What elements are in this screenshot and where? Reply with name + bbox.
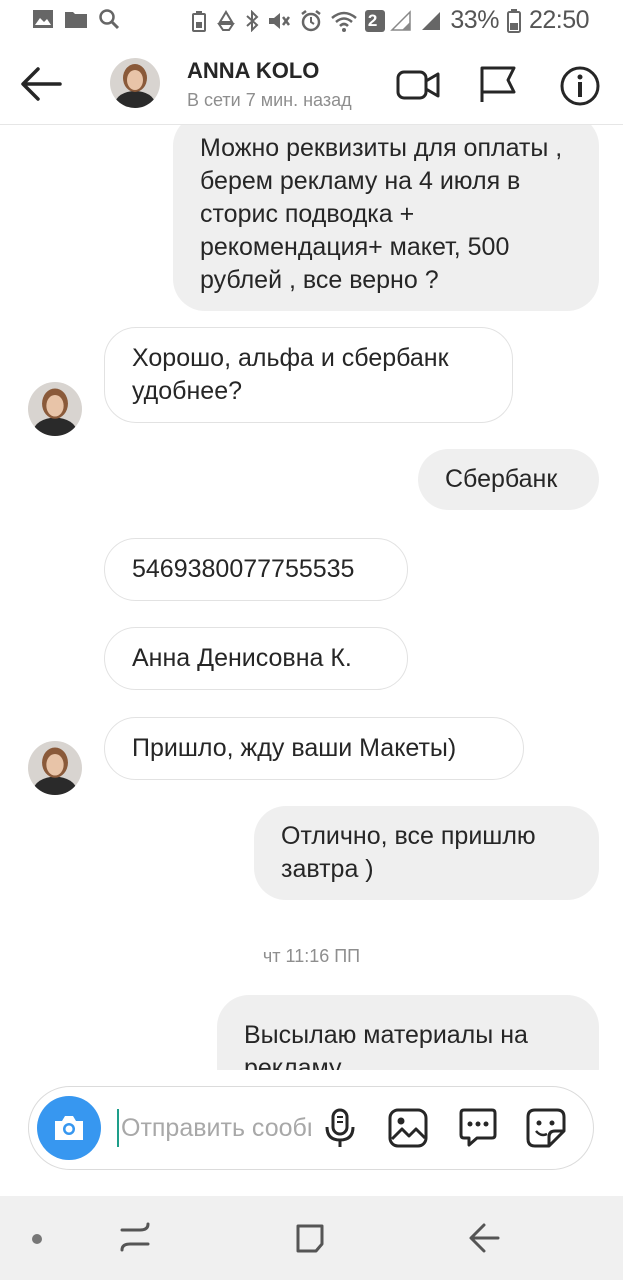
mute-icon [267,10,291,32]
bluetooth-icon [245,9,259,32]
info-icon [560,66,600,106]
camera-icon [55,1116,83,1140]
text-cursor [117,1109,119,1147]
report-button[interactable] [476,64,520,104]
message-incoming[interactable]: Хорошо, альфа и сбербанк удобнее? [104,327,513,423]
voice-message-button[interactable] [319,1107,361,1149]
video-call-button[interactable] [396,64,440,104]
folder-icon [64,9,88,29]
chat-bubble-icon [459,1108,497,1147]
microphone-icon [325,1108,355,1147]
back-arrow-icon [21,67,62,101]
gallery-button[interactable] [387,1107,429,1149]
recycle-icon [215,9,237,32]
message-input[interactable] [121,1105,311,1151]
contact-name[interactable]: ANNA KOLO [187,58,319,84]
message-timestamp: чт 11:16 ПП [262,946,361,966]
home-button[interactable] [292,1220,332,1256]
avatar[interactable] [110,58,160,108]
message-outgoing[interactable]: Высылаю материалы на рекламу [217,995,599,1070]
status-bar: 2 33% 22:50 [0,0,623,44]
sender-avatar[interactable] [28,382,82,436]
back-button[interactable] [18,64,64,104]
image-notification-icon [32,9,54,29]
video-call-icon [396,70,440,100]
wifi-icon [331,10,358,32]
info-button[interactable] [558,64,602,106]
recents-button[interactable] [116,1220,156,1256]
gallery-icon [388,1108,428,1148]
message-outgoing[interactable]: Можно реквизиты для оплаты , берем рекла… [173,124,599,311]
message-outgoing[interactable]: Сбербанк [418,449,599,510]
nav-indicator-dot [32,1234,42,1244]
signal-icon-2 [420,10,442,32]
clock: 22:50 [528,6,590,34]
message-outgoing[interactable]: Отлично, все пришлю завтра ) [254,806,599,900]
battery-icon [506,8,521,33]
chat-header: ANNA KOLO В сети 7 мин. назад [0,44,623,125]
sticker-button[interactable] [525,1107,567,1149]
nav-back-button[interactable] [464,1220,504,1256]
sender-avatar[interactable] [28,741,82,795]
contact-status: В сети 7 мин. назад [187,90,352,110]
message-incoming[interactable]: Пришло, жду ваши Макеты) [104,717,524,780]
system-navigation-bar [0,1196,623,1280]
quick-reply-button[interactable] [457,1107,499,1149]
message-thread[interactable]: Можно реквизиты для оплаты , берем рекла… [0,124,623,1070]
camera-button[interactable] [37,1096,101,1160]
message-composer [28,1086,594,1170]
nav-back-icon [469,1223,500,1253]
alarm-icon [299,9,323,33]
battery-percent: 33% [450,6,499,34]
message-incoming[interactable]: 5469380077755535 [104,538,408,601]
notification-count: 2 [367,10,377,30]
home-icon [296,1224,324,1253]
flag-icon [480,66,516,102]
search-icon [98,8,120,30]
message-incoming[interactable]: Анна Денисовна К. [104,627,408,690]
sticker-icon [526,1108,566,1148]
recents-icon [120,1222,150,1252]
battery-saver-icon [191,10,207,32]
signal-icon [390,9,412,32]
